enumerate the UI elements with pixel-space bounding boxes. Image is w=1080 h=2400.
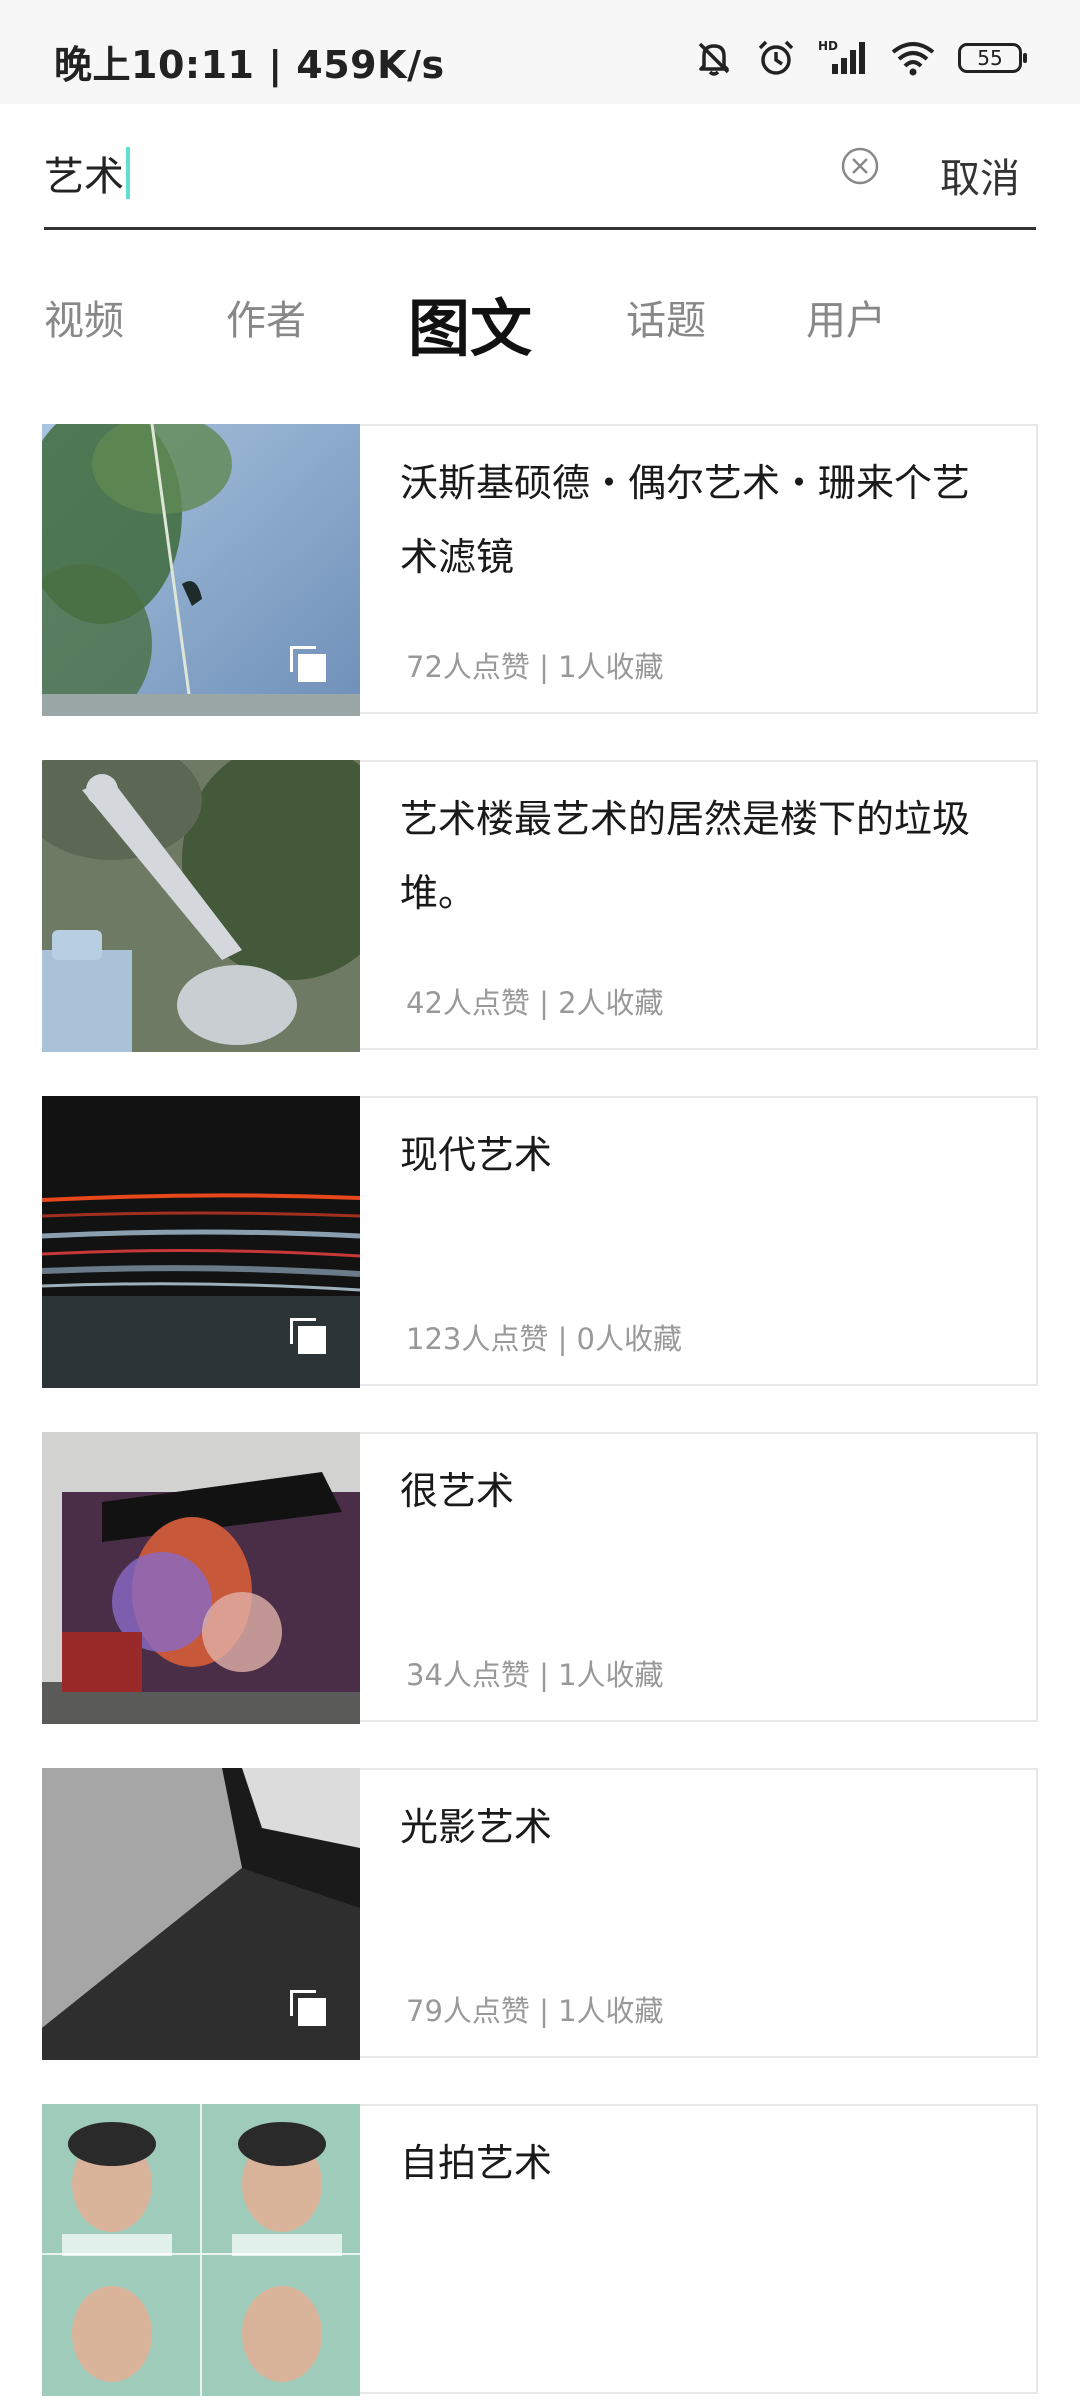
svg-text:HD: HD xyxy=(818,39,838,53)
post-title: 自拍艺术 xyxy=(400,2141,553,2185)
post-thumbnail xyxy=(42,1096,360,1388)
multi-image-icon xyxy=(290,1990,326,2026)
search-tabs: 视频 作者 图文 话题 用户 xyxy=(0,230,1080,380)
result-card[interactable]: 很艺术 34人点赞 | 1人收藏 xyxy=(42,1432,1038,1724)
wifi-icon xyxy=(890,38,936,78)
post-stats: 42人点赞 | 2人收藏 xyxy=(406,986,664,1020)
post-thumbnail xyxy=(42,424,360,716)
tab-user[interactable]: 用户 xyxy=(806,288,886,346)
post-stats: 79人点赞 | 1人收藏 xyxy=(406,1994,664,2028)
clear-search-icon[interactable] xyxy=(840,146,880,186)
tab-video[interactable]: 视频 xyxy=(44,288,124,346)
multi-image-icon xyxy=(290,646,326,682)
tab-author[interactable]: 作者 xyxy=(226,288,306,346)
post-thumbnail xyxy=(42,2104,360,2396)
search-input-value: 艺术 xyxy=(44,154,124,200)
result-card[interactable]: 自拍艺术 xyxy=(42,2104,1038,2396)
post-title: 沃斯基硕德・偶尔艺术・珊来个艺术滤镜 xyxy=(400,461,971,579)
post-stats: 72人点赞 | 1人收藏 xyxy=(406,650,664,684)
status-time: 晚上10:11 | 459K/s xyxy=(54,43,445,87)
result-card[interactable]: 艺术楼最艺术的居然是楼下的垃圾堆。 42人点赞 | 2人收藏 xyxy=(42,760,1038,1052)
alarm-icon xyxy=(756,38,796,78)
post-title: 艺术楼最艺术的居然是楼下的垃圾堆。 xyxy=(400,797,971,915)
post-stats: 123人点赞 | 0人收藏 xyxy=(406,1322,683,1356)
post-title: 光影艺术 xyxy=(400,1805,553,1849)
tab-image-text[interactable]: 图文 xyxy=(408,278,532,368)
status-icons: HD 55 xyxy=(694,36,1027,80)
multi-image-icon xyxy=(290,1318,326,1354)
post-title: 很艺术 xyxy=(400,1469,515,1513)
bell-off-icon xyxy=(694,38,734,78)
status-bar: 晚上10:11 | 459K/s HD 55 xyxy=(0,0,1080,104)
cancel-button[interactable]: 取消 xyxy=(940,146,1020,204)
battery-icon: 55 xyxy=(958,43,1027,73)
text-caret xyxy=(126,147,130,199)
post-thumbnail xyxy=(42,1768,360,2060)
result-card[interactable]: 沃斯基硕德・偶尔艺术・珊来个艺术滤镜 72人点赞 | 1人收藏 xyxy=(42,424,1038,716)
tab-topic[interactable]: 话题 xyxy=(626,288,706,346)
result-card[interactable]: 现代艺术 123人点赞 | 0人收藏 xyxy=(42,1096,1038,1388)
post-thumbnail xyxy=(42,1432,360,1724)
search-input[interactable]: 艺术 xyxy=(44,144,130,202)
post-title: 现代艺术 xyxy=(400,1133,553,1177)
hd-signal-icon: HD xyxy=(818,38,868,78)
post-thumbnail xyxy=(42,760,360,1052)
search-bar: 艺术 取消 xyxy=(44,104,1036,230)
post-stats: 34人点赞 | 1人收藏 xyxy=(406,1658,664,1692)
result-card[interactable]: 光影艺术 79人点赞 | 1人收藏 xyxy=(42,1768,1038,2060)
